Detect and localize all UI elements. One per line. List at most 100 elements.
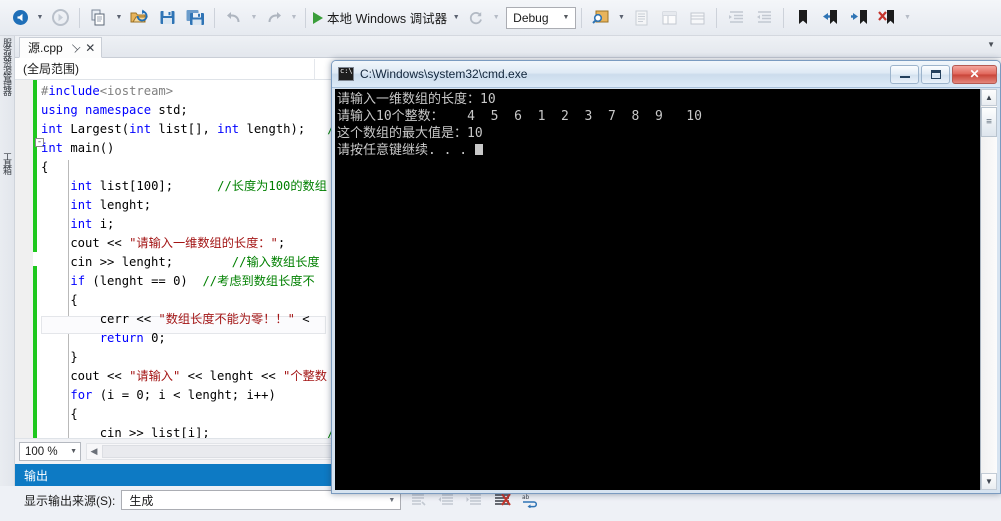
toggle-bookmark-button[interactable]: [790, 5, 816, 31]
cmd-vertical-scrollbar[interactable]: ▲ ▼: [980, 89, 997, 490]
toolbar-separator: [581, 7, 583, 28]
find-in-files-button[interactable]: [588, 5, 614, 31]
open-file-button[interactable]: [126, 5, 152, 31]
minimize-button[interactable]: [890, 64, 919, 84]
toolbar-separator: [214, 7, 215, 28]
scope-combo[interactable]: (全局范围): [15, 58, 315, 79]
solution-configuration-value: Debug: [513, 10, 549, 25]
navigate-forward-icon: [51, 9, 69, 26]
save-all-icon: [186, 10, 204, 25]
console-line-1: 请输入一维数组的长度：10: [337, 92, 496, 107]
scroll-left-icon[interactable]: ◀: [87, 446, 101, 457]
left-tool-tab-strip: 服务器资源管理器 工具箱: [0, 36, 15, 486]
open-file-icon: [130, 9, 148, 23]
new-item-button[interactable]: [86, 5, 112, 31]
scroll-thumb[interactable]: [981, 107, 997, 137]
window-controls: ✕: [890, 64, 997, 84]
undo-dropdown[interactable]: ▼: [248, 6, 260, 30]
svg-text:ab: ab: [522, 494, 530, 501]
document-tab-bar: 源.cpp ⊣ ✕ ▼: [15, 36, 1001, 58]
navigate-back-dropdown[interactable]: ▼: [34, 6, 46, 30]
undo-icon: [227, 11, 240, 22]
toolbox-icon: [690, 12, 705, 24]
navigate-forward-button[interactable]: [47, 5, 73, 31]
save-button[interactable]: [154, 5, 180, 31]
previous-bookmark-icon: [823, 10, 838, 24]
clear-all-icon: [494, 492, 511, 506]
find-message-icon: [412, 493, 426, 506]
properties-window-icon: [662, 11, 677, 24]
redo-dropdown[interactable]: ▼: [288, 6, 300, 30]
toolbar-overflow-button[interactable]: ▼: [901, 6, 913, 30]
toolbar-separator: [79, 7, 80, 28]
undo-button[interactable]: [221, 5, 247, 31]
navigate-back-button[interactable]: [7, 5, 33, 31]
decrease-indent-icon: [756, 11, 771, 23]
tab-list-dropdown-icon[interactable]: ▼: [987, 40, 995, 49]
increase-indent-button[interactable]: [723, 5, 749, 31]
maximize-button[interactable]: [921, 64, 950, 84]
solution-explorer-icon: [635, 10, 648, 25]
go-to-next-message-icon: [466, 493, 482, 505]
properties-window-button[interactable]: [656, 5, 682, 31]
cmd-console-body[interactable]: 请输入一维数组的长度：10 请输入10个整数： 4 5 6 1 2 3 7 8 …: [335, 89, 997, 490]
cmd-console-window[interactable]: C:\Windows\system32\cmd.exe ✕ 请输入一维数组的长度…: [331, 60, 1001, 494]
zoom-combo[interactable]: 100 % ▼: [19, 442, 81, 461]
refresh-icon: [470, 11, 483, 24]
toolbar-separator: [716, 7, 718, 28]
navigate-back-icon: [12, 10, 28, 25]
output-source-label: 显示输出来源(S):: [24, 493, 116, 508]
cmd-console-icon: [338, 67, 354, 81]
sidebar-item-toolbox[interactable]: 工具箱: [0, 150, 14, 210]
close-window-icon: ✕: [969, 67, 980, 81]
solution-explorer-button[interactable]: [628, 5, 654, 31]
clear-bookmarks-icon: [878, 10, 895, 24]
save-all-button[interactable]: [182, 5, 208, 31]
chevron-down-icon: ▼: [562, 14, 570, 21]
scroll-up-icon[interactable]: ▲: [981, 89, 997, 106]
toolbar-separator: [783, 7, 785, 28]
bookmark-icon: [799, 10, 808, 24]
next-bookmark-button[interactable]: [846, 5, 872, 31]
redo-button[interactable]: [261, 5, 287, 31]
toolbox-button[interactable]: [684, 5, 710, 31]
toggle-word-wrap-icon: ab: [522, 494, 537, 508]
console-cursor: [474, 144, 483, 155]
clear-bookmarks-button[interactable]: [874, 5, 900, 31]
find-dropdown[interactable]: ▼: [615, 6, 627, 30]
editor-selection-margin: [15, 80, 33, 438]
new-item-dropdown[interactable]: ▼: [113, 6, 125, 30]
console-line-3: 这个数组的最大值是：10: [337, 126, 483, 141]
maximize-icon: [930, 69, 941, 79]
cmd-title-bar[interactable]: C:\Windows\system32\cmd.exe ✕: [332, 61, 1000, 88]
start-debugging-dropdown[interactable]: ▼: [450, 6, 462, 30]
main-toolbar: ▼ ▼ ▼ ▼ 本地 Windows 调试器 ▼ ▼ Debug ▼ ▼ ▼: [0, 0, 1001, 36]
console-line-4: 请按任意键继续. . .: [337, 143, 468, 158]
change-tracking-bar-bottom: [33, 266, 37, 438]
zoom-value: 100 %: [25, 445, 58, 458]
decrease-indent-button[interactable]: [751, 5, 777, 31]
redo-icon: [268, 11, 281, 22]
new-item-icon: [91, 9, 105, 25]
increase-indent-icon: [728, 11, 743, 23]
refresh-dropdown[interactable]: ▼: [490, 6, 502, 30]
scope-value: (全局范围): [23, 62, 79, 76]
solution-configuration-combo[interactable]: Debug ▼: [506, 6, 577, 29]
go-to-previous-message-icon: [438, 493, 454, 505]
find-in-files-icon: [592, 10, 609, 24]
tab-label: 源.cpp: [28, 41, 63, 55]
console-line-2: 请输入10个整数： 4 5 6 1 2 3 7 8 9 10: [337, 109, 702, 124]
refresh-button[interactable]: [463, 5, 489, 31]
cmd-window-title: C:\Windows\system32\cmd.exe: [360, 67, 528, 81]
sidebar-item-server-explorer[interactable]: 服务器资源管理器: [0, 36, 14, 144]
start-debugging-button[interactable]: 本地 Windows 调试器: [311, 5, 450, 31]
tab-source-cpp[interactable]: 源.cpp ⊣ ✕: [19, 37, 103, 58]
close-icon[interactable]: ✕: [85, 41, 95, 55]
play-icon: [313, 11, 323, 24]
pin-icon[interactable]: ⊣: [66, 40, 82, 55]
save-icon: [160, 11, 174, 24]
previous-bookmark-button[interactable]: [818, 5, 844, 31]
scroll-down-icon[interactable]: ▼: [981, 473, 997, 490]
close-window-button[interactable]: ✕: [952, 64, 997, 84]
next-bookmark-icon: [851, 10, 868, 24]
